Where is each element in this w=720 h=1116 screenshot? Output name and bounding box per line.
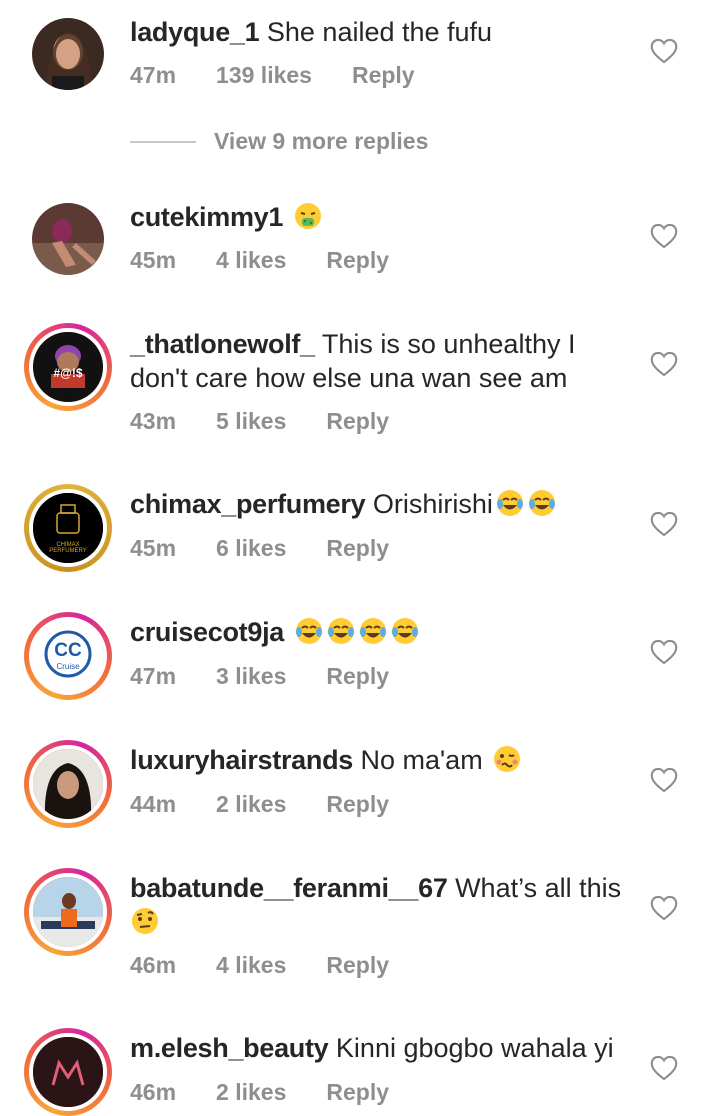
comment-meta: 46m 4 likes Reply — [130, 952, 429, 979]
comment-text: cruisecot9ja — [130, 615, 630, 649]
likes-count[interactable]: 2 likes — [216, 791, 286, 818]
comment-meta: 43m 5 likes Reply — [130, 408, 429, 435]
heart-icon[interactable] — [650, 767, 678, 793]
username[interactable]: babatunde__feranmi__67 — [130, 873, 448, 903]
avatar[interactable] — [24, 1028, 112, 1116]
comment-text: babatunde__feranmi__67 What’s all this — [130, 871, 630, 939]
reply-button[interactable]: Reply — [326, 663, 389, 690]
username[interactable]: luxuryhairstrands — [130, 745, 353, 775]
tears-of-joy-emoji — [358, 616, 388, 646]
comment-meta: 46m 2 likes Reply — [130, 1079, 429, 1106]
comment-meta: 45m 4 likes Reply — [130, 247, 429, 274]
comment-body: What’s all this — [455, 873, 622, 903]
avatar[interactable] — [32, 18, 104, 90]
heart-icon[interactable] — [650, 223, 678, 249]
heart-icon[interactable] — [650, 639, 678, 665]
username[interactable]: _thatlonewolf_ — [130, 329, 315, 359]
comment-text: chimax_perfumery Orishirishi — [130, 487, 630, 521]
reply-button[interactable]: Reply — [326, 535, 389, 562]
avatar[interactable] — [24, 484, 112, 572]
comment-text: _thatlonewolf_ This is so unhealthy I do… — [130, 327, 630, 395]
avatar-badge-text: #@!$ — [53, 366, 83, 380]
heart-icon[interactable] — [650, 511, 678, 537]
tears-of-joy-emoji — [390, 616, 420, 646]
tears-of-joy-emoji — [294, 616, 324, 646]
comment-text: ladyque_1 She nailed the fufu — [130, 15, 630, 49]
reply-button[interactable]: Reply — [326, 791, 389, 818]
timestamp: 47m — [130, 62, 177, 88]
heart-icon[interactable] — [650, 351, 678, 377]
avatar[interactable] — [32, 203, 104, 275]
username[interactable]: cruisecot9ja — [130, 617, 284, 647]
likes-count[interactable]: 4 likes — [216, 952, 286, 979]
likes-count[interactable]: 3 likes — [216, 663, 286, 690]
view-more-replies-button[interactable]: View 9 more replies — [130, 128, 428, 155]
comment-meta: 47m 139 likes Reply — [130, 62, 455, 89]
username[interactable]: m.elesh_beauty — [130, 1033, 329, 1063]
timestamp: 47m — [130, 663, 177, 689]
cruise-logo-subtext: Cruise — [56, 662, 80, 671]
chimax-logo-text: CHIMAX PERFUMERY — [49, 542, 87, 554]
woozy-face-emoji — [492, 744, 522, 774]
reply-button[interactable]: Reply — [326, 247, 389, 274]
reply-button[interactable]: Reply — [326, 408, 389, 435]
comment-body: No ma'am — [360, 745, 483, 775]
likes-count[interactable]: 4 likes — [216, 247, 286, 274]
timestamp: 45m — [130, 535, 177, 561]
divider-line — [130, 140, 196, 143]
view-more-label: View 9 more replies — [214, 128, 429, 154]
timestamp: 45m — [130, 247, 177, 273]
reply-button[interactable]: Reply — [352, 62, 415, 89]
tears-of-joy-emoji — [527, 488, 557, 518]
likes-count[interactable]: 6 likes — [216, 535, 286, 562]
comment-meta: 47m 3 likes Reply — [130, 663, 429, 690]
tears-of-joy-emoji — [495, 488, 525, 518]
timestamp: 46m — [130, 1079, 177, 1105]
username[interactable]: cutekimmy1 — [130, 202, 283, 232]
comment-body: Kinni gbogbo wahala yi — [335, 1033, 614, 1063]
username[interactable]: chimax_perfumery — [130, 489, 366, 519]
heart-icon[interactable] — [650, 895, 678, 921]
timestamp: 44m — [130, 791, 177, 817]
heart-icon[interactable] — [650, 38, 678, 64]
comment-meta: 44m 2 likes Reply — [130, 791, 429, 818]
avatar[interactable] — [24, 868, 112, 956]
timestamp: 43m — [130, 408, 177, 434]
likes-count[interactable]: 139 likes — [216, 62, 312, 89]
comment-text: m.elesh_beauty Kinni gbogbo wahala yi — [130, 1031, 630, 1065]
likes-count[interactable]: 5 likes — [216, 408, 286, 435]
comment-body: She nailed the fufu — [266, 17, 493, 47]
timestamp: 46m — [130, 952, 177, 978]
nauseated-face-emoji — [293, 201, 323, 231]
comment-body: Orishirishi — [372, 489, 493, 519]
heart-icon[interactable] — [650, 1055, 678, 1081]
avatar[interactable] — [24, 740, 112, 828]
comment-text: cutekimmy1 — [130, 200, 630, 234]
reply-button[interactable]: Reply — [326, 952, 389, 979]
cruise-logo-text: CC — [54, 640, 82, 661]
comment-meta: 45m 6 likes Reply — [130, 535, 429, 562]
comment-text: luxuryhairstrands No ma'am — [130, 743, 630, 777]
likes-count[interactable]: 2 likes — [216, 1079, 286, 1106]
reply-button[interactable]: Reply — [326, 1079, 389, 1106]
tears-of-joy-emoji — [326, 616, 356, 646]
raised-eyebrow-face-emoji — [130, 906, 160, 936]
username[interactable]: ladyque_1 — [130, 17, 260, 47]
